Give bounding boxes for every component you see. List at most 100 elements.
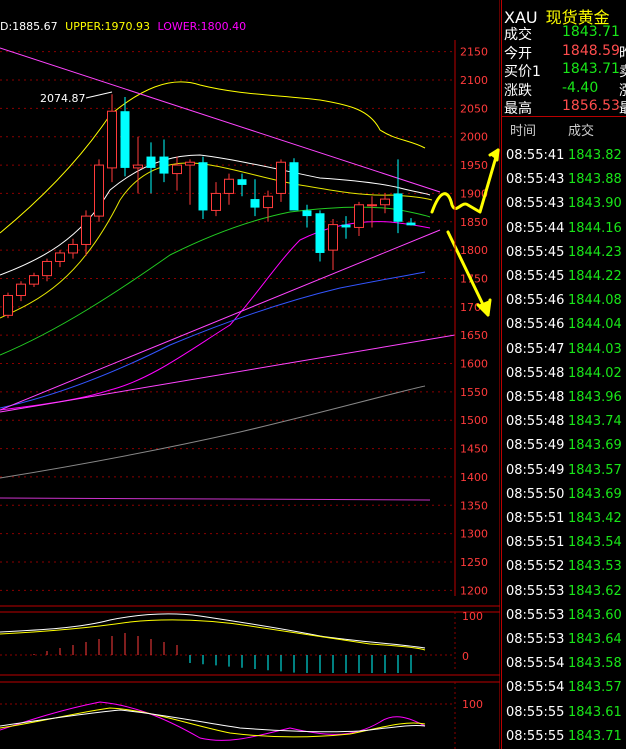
tick-row: 08:55:48 1843.74 <box>502 410 626 434</box>
tick-time: 08:55:45 <box>506 269 565 284</box>
y-tick-label: 1200 <box>460 584 488 597</box>
y-tick-label: 1300 <box>460 528 488 541</box>
tick-row: 08:55:49 1843.69 <box>502 434 626 458</box>
tick-row: 08:55:49 1843.57 <box>502 459 626 483</box>
candle-body <box>133 164 143 169</box>
tick-time: 08:55:54 <box>506 680 565 696</box>
tick-time: 08:55:55 <box>506 728 565 744</box>
macd-axis-100: 100 <box>462 610 483 623</box>
candle-body <box>211 192 221 211</box>
upper-band-value: UPPER:1970.93 <box>65 20 150 33</box>
tick-price: 1843.54 <box>568 535 622 551</box>
candle-body <box>224 178 234 194</box>
oscillator-axis-100: 100 <box>462 698 483 711</box>
quote-divider <box>502 116 626 117</box>
quote-row: 成交 1843.71 <box>502 24 626 44</box>
tick-price: 1843.82 <box>568 148 622 163</box>
tick-row: 08:55:52 1843.53 <box>502 555 626 579</box>
candle-body <box>393 193 403 222</box>
ticks-header-time: 时间 <box>510 124 537 139</box>
tick-row: 08:55:48 1843.96 <box>502 386 626 410</box>
tick-row: 08:55:44 1844.16 <box>502 217 626 241</box>
candle-body <box>81 215 91 245</box>
tick-time: 08:55:53 <box>506 607 565 623</box>
tick-price: 1844.02 <box>568 365 622 381</box>
candle-body <box>185 161 195 166</box>
quote-row: 最高 1856.53最 <box>502 98 626 118</box>
tick-row: 08:55:51 1843.54 <box>502 531 626 555</box>
candle-body <box>276 161 286 194</box>
candle-body <box>406 222 416 226</box>
quote-label: 成交 <box>504 27 532 43</box>
candle-body <box>107 110 117 169</box>
tick-price: 1843.71 <box>568 728 622 744</box>
tick-row: 08:55:53 1843.60 <box>502 604 626 628</box>
tick-price: 1844.16 <box>568 220 622 236</box>
tick-time: 08:55:46 <box>506 293 565 309</box>
candle-body <box>367 204 377 207</box>
tick-row: 08:55:41 1843.82 <box>502 144 626 168</box>
tick-time: 08:55:51 <box>506 511 565 526</box>
candle-body <box>42 260 52 277</box>
y-tick-label: 2150 <box>460 46 488 59</box>
ticks-header: 时间 成交 <box>502 118 626 139</box>
candle-body <box>29 275 39 285</box>
candle-body <box>302 210 312 217</box>
tick-price: 1843.64 <box>568 632 622 647</box>
tick-row: 08:55:55 1843.61 <box>502 701 626 725</box>
tick-price: 1843.58 <box>568 656 622 672</box>
tick-row: 08:55:54 1843.57 <box>502 676 626 700</box>
quote-row: 买价1 1843.71卖 <box>502 61 626 81</box>
tick-price: 1843.57 <box>568 680 622 696</box>
candle <box>3 292 13 319</box>
candle-body <box>289 162 299 211</box>
tick-price: 1843.90 <box>568 196 622 212</box>
tick-time: 08:55:55 <box>506 704 565 720</box>
quote-value: 1843.71 <box>562 24 620 40</box>
candle-body <box>341 224 351 228</box>
tick-row: 08:55:48 1844.02 <box>502 362 626 386</box>
candle-body <box>55 252 65 262</box>
candle-body <box>263 195 273 209</box>
ticks-header-trade: 成交 <box>568 124 595 139</box>
candle <box>289 158 299 211</box>
quote-row: 涨跌 -4.40 涨 <box>502 80 626 100</box>
candle-body <box>172 164 182 175</box>
tick-time: 08:55:48 <box>506 390 565 405</box>
tick-row: 08:55:53 1843.64 <box>502 628 626 652</box>
tick-row: 08:55:51 1843.42 <box>502 507 626 531</box>
tick-row: 08:55:53 1843.62 <box>502 580 626 604</box>
y-tick-label: 1450 <box>460 443 488 456</box>
candle-body <box>250 199 260 208</box>
y-tick-label: 2050 <box>460 102 488 115</box>
peak-price-label: 2074.87 <box>40 92 86 105</box>
tick-row: 08:55:50 1843.69 <box>502 483 626 507</box>
y-tick-label: 2000 <box>460 131 488 144</box>
y-tick-label: 1250 <box>460 556 488 569</box>
tick-price: 1843.96 <box>568 390 622 405</box>
tick-price: 1843.69 <box>568 486 622 502</box>
tick-time: 08:55:46 <box>506 317 565 333</box>
tick-price: 1844.22 <box>568 269 622 284</box>
tick-row: 08:55:46 1844.04 <box>502 313 626 337</box>
quote-row: 今开 1848.59昨 <box>502 43 626 63</box>
tick-row: 08:55:43 1843.88 <box>502 168 626 192</box>
tick-price: 1843.88 <box>568 172 622 188</box>
tick-price: 1844.23 <box>568 244 622 260</box>
macd-axis-0: 0 <box>462 650 469 663</box>
candle-body <box>146 156 156 168</box>
y-tick-label: 1600 <box>460 358 488 371</box>
candle-body <box>328 224 338 251</box>
y-tick-label: 1350 <box>460 499 488 512</box>
mid-band-value: D:1885.67 <box>0 20 58 33</box>
tick-price: 1843.62 <box>568 583 622 599</box>
candle-body <box>94 164 104 217</box>
tick-time: 08:55:41 <box>506 148 565 163</box>
quote-label: 买价1 <box>504 64 541 80</box>
quote-value: 1848.59 <box>562 42 620 59</box>
y-tick-label: 2100 <box>460 74 488 87</box>
candle-body <box>3 294 13 316</box>
quote-label-truncated: 涨 <box>619 80 626 100</box>
candle-body <box>315 213 325 253</box>
tick-time: 08:55:53 <box>506 632 565 647</box>
